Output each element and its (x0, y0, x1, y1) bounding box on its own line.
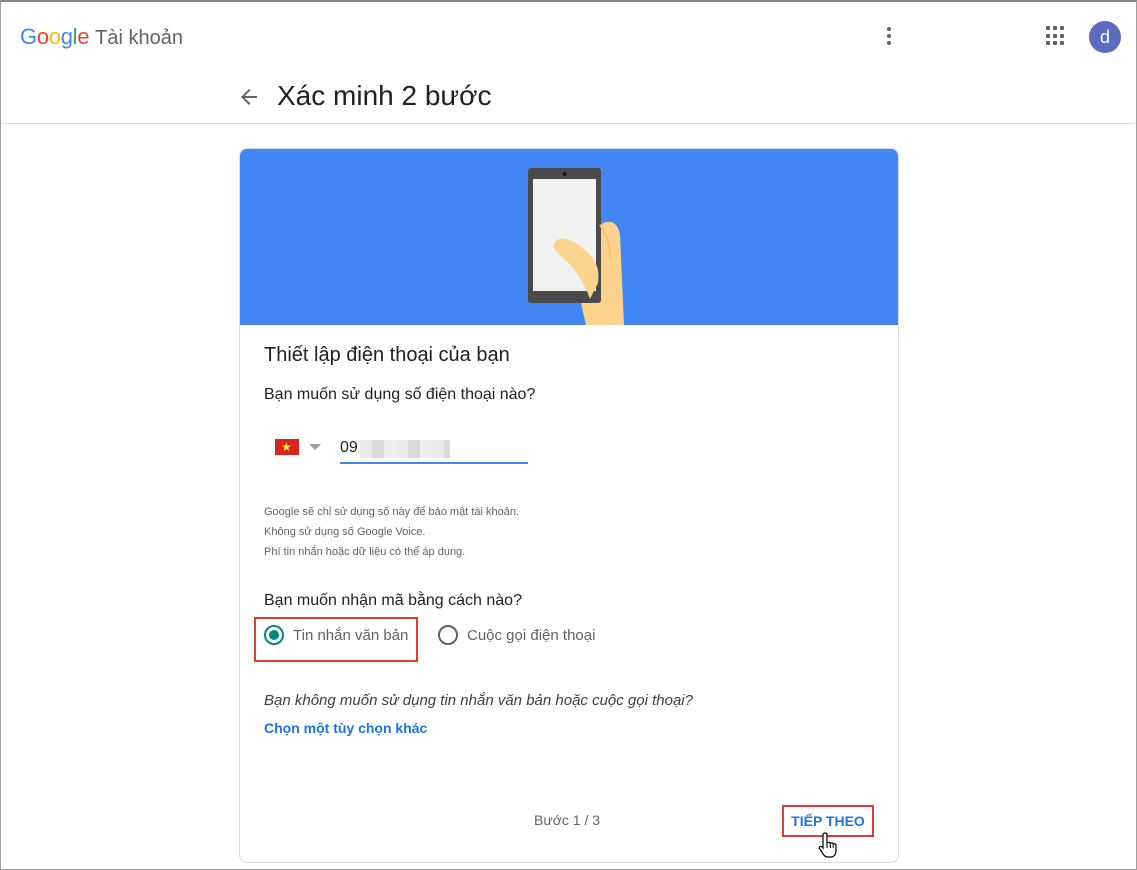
choose-other-option-link[interactable]: Chọn một tùy chọn khác (264, 720, 427, 736)
radio-text-message[interactable]: Tin nhắn văn bản (264, 625, 408, 645)
google-wordmark: Google (20, 24, 90, 49)
note-line: Không sử dụng số Google Voice. (264, 526, 426, 538)
setup-card: Thiết lập điện thoại của bạn Bạn muốn sử… (239, 148, 899, 863)
radio-checked-icon (264, 625, 284, 645)
redacted-number-overlay (360, 440, 450, 458)
back-arrow-icon[interactable] (237, 85, 261, 109)
radio-phone-call[interactable]: Cuộc gọi điện thoại (438, 625, 595, 645)
page-title: Xác minh 2 bước (277, 80, 492, 111)
chevron-down-icon (309, 444, 321, 450)
section-title: Thiết lập điện thoại của bạn (264, 344, 510, 366)
step-indicator: Bước 1 / 3 (534, 812, 601, 828)
note-line: Phí tin nhắn hoặc dữ liệu có thể áp dụng… (264, 546, 466, 558)
note-line: Google sẽ chỉ sử dụng số này để bảo mật … (264, 506, 520, 518)
radio-unchecked-icon (438, 625, 458, 645)
radio-label: Tin nhắn văn bản (293, 626, 409, 644)
radio-label: Cuộc gọi điện thoại (467, 626, 596, 644)
google-account-logo[interactable]: Google Tài khoản (20, 24, 183, 50)
phone-in-hand-illustration (528, 168, 624, 325)
hero-banner (240, 149, 898, 325)
hand-pointer-cursor-icon (818, 832, 837, 858)
avatar[interactable]: d (1089, 21, 1121, 53)
product-name: Tài khoản (95, 27, 183, 49)
top-app-bar: Google Tài khoản d Xác minh 2 bước (1, 2, 1135, 124)
more-options-icon[interactable] (877, 24, 901, 48)
alternative-question: Bạn không muốn sử dụng tin nhắn văn bản … (264, 692, 693, 709)
apps-grid-icon[interactable] (1046, 26, 1066, 46)
phone-question: Bạn muốn sử dụng số điện thoại nào? (264, 386, 536, 403)
country-select[interactable] (275, 439, 321, 455)
method-question: Bạn muốn nhận mã bằng cách nào? (264, 592, 522, 609)
vn-flag-icon (275, 439, 299, 455)
phone-usage-notes: Google sẽ chỉ sử dụng số này để bảo mật … (264, 502, 519, 562)
